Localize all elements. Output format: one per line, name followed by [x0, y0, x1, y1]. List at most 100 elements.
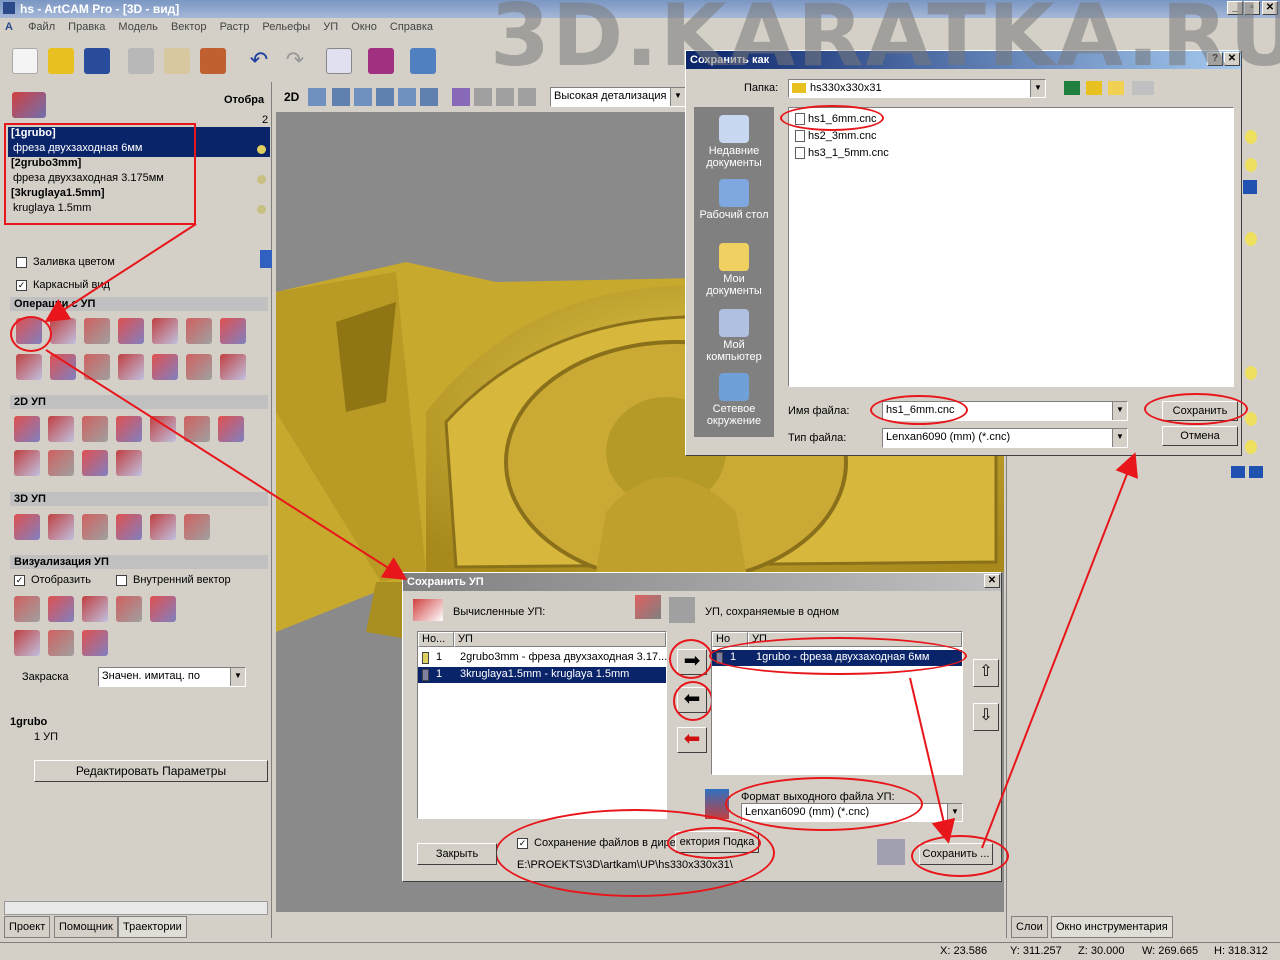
menu-edit[interactable]: Правка [63, 18, 110, 36]
machine-relief-icon[interactable] [14, 514, 40, 540]
panel-toggle-button[interactable] [260, 250, 272, 268]
shading-select[interactable]: Значен. имитац. по ▼ [98, 667, 246, 687]
remove-button[interactable]: ⬅ [677, 727, 707, 753]
fill-color-checkbox[interactable]: Заливка цветом [16, 256, 115, 268]
toolpath-tool-icon[interactable] [220, 318, 246, 344]
tab-toolpaths[interactable]: Траектории [118, 916, 187, 938]
toolpath-add-icon[interactable] [152, 354, 178, 380]
rest-machining-icon[interactable] [116, 514, 142, 540]
filetype-select[interactable]: Lenxan6090 (mm) (*.cnc) ▼ [882, 428, 1128, 448]
sim-step-icon[interactable] [48, 630, 74, 656]
show-checkbox[interactable]: ✓ Отобразить [14, 574, 91, 586]
place-network[interactable]: Сетевое окружение [694, 373, 774, 429]
tab-tool-window[interactable]: Окно инструментария [1051, 916, 1173, 938]
menu-file[interactable]: Файл [23, 18, 60, 36]
book-icon[interactable] [368, 48, 394, 74]
notepad-icon[interactable] [326, 48, 352, 74]
toolpath-block-icon[interactable] [16, 354, 42, 380]
z-level-icon[interactable] [48, 514, 74, 540]
menu-vector[interactable]: Вектор [166, 18, 212, 36]
profile-icon[interactable] [14, 416, 40, 442]
toolpath-info-icon[interactable] [50, 318, 76, 344]
close-dialog-button[interactable]: Закрыть [417, 843, 497, 865]
horizontal-scrollbar[interactable] [4, 901, 268, 915]
simulate-fast-icon[interactable] [48, 596, 74, 622]
menu-toolpath[interactable]: УП [318, 18, 343, 36]
chevron-down-icon[interactable] [1243, 180, 1257, 194]
bevel-icon[interactable] [150, 416, 176, 442]
move-down-button[interactable]: ⇩ [973, 703, 999, 731]
pan-icon[interactable] [332, 88, 350, 106]
doc-icon[interactable]: A [0, 18, 20, 36]
toolpath-stack-icon[interactable] [84, 318, 110, 344]
sim-pause-icon[interactable] [14, 630, 40, 656]
sim-stop-icon[interactable] [82, 630, 108, 656]
col-no[interactable]: Но... [418, 632, 454, 647]
place-recent[interactable]: Недавние документы [694, 115, 774, 171]
cut-icon[interactable] [128, 48, 154, 74]
file-list[interactable]: hs1_6mm.cnc hs2_3mm.cnc hs3_1_5mm.cnc [788, 107, 1234, 387]
undo-icon[interactable]: ↶ [246, 48, 272, 74]
wireframe-checkbox[interactable]: ✓ Каркасный вид [16, 279, 110, 291]
select-icon[interactable] [308, 88, 326, 106]
toolpath-layers-icon[interactable] [50, 354, 76, 380]
zoom-out-icon[interactable] [376, 88, 394, 106]
help-pointer-icon[interactable] [410, 48, 436, 74]
table-row[interactable]: 1 2grubo3mm - фреза двухзаходная 3.17... [418, 650, 667, 666]
chevron-down-icon[interactable]: ▼ [670, 88, 685, 106]
tab-layers[interactable]: Слои [1011, 916, 1048, 938]
chevron-down-icon[interactable]: ▼ [230, 668, 245, 686]
inner-vector-checkbox[interactable]: Внутренний вектор [116, 574, 231, 586]
close-button[interactable]: ✕ [984, 574, 1000, 588]
file-item[interactable]: hs2_3mm.cnc [795, 130, 876, 143]
fluting-icon[interactable] [82, 450, 108, 476]
menu-window[interactable]: Окно [346, 18, 382, 36]
toolpath-points-icon[interactable] [186, 354, 212, 380]
menu-raster[interactable]: Растр [215, 18, 255, 36]
copy-icon[interactable] [164, 48, 190, 74]
toolpath-merge-icon[interactable] [118, 318, 144, 344]
inspect-icon[interactable] [184, 514, 210, 540]
star-icon[interactable] [150, 514, 176, 540]
place-my-documents[interactable]: Мои документы [694, 243, 774, 299]
simulate-block-icon[interactable] [82, 596, 108, 622]
table-row[interactable]: 1 3kruglaya1.5mm - kruglaya 1.5mm [418, 667, 666, 683]
redo-icon[interactable]: ↷ [282, 48, 308, 74]
toolpath-move-icon[interactable] [118, 354, 144, 380]
toolpath-image-icon[interactable] [220, 354, 246, 380]
cancel-button[interactable]: Отмена [1162, 426, 1238, 446]
place-my-computer[interactable]: Мой компьютер [694, 309, 774, 365]
computed-list[interactable]: Но... УП 1 2grubo3mm - фреза двухзаходна… [417, 631, 667, 819]
front-view-icon[interactable] [474, 88, 492, 106]
simulate-tool-icon[interactable] [150, 596, 176, 622]
toolpath-transform-icon[interactable] [84, 354, 110, 380]
top-view-icon[interactable] [518, 88, 536, 106]
tab-helper[interactable]: Помощник [54, 916, 118, 938]
vbit-icon[interactable] [116, 416, 142, 442]
side-view-icon[interactable] [496, 88, 514, 106]
col-toolpath[interactable]: УП [454, 632, 666, 647]
iso-view-icon[interactable] [452, 88, 470, 106]
file-item[interactable]: hs3_1_5mm.cnc [795, 147, 889, 160]
thread-icon[interactable] [184, 416, 210, 442]
material-block-icon[interactable] [116, 596, 142, 622]
paste-icon[interactable] [200, 48, 226, 74]
zoom-fit-icon[interactable] [398, 88, 416, 106]
place-desktop[interactable]: Рабочий стол [694, 179, 774, 223]
spiral-icon[interactable] [218, 416, 244, 442]
chevron-up-icon[interactable] [1231, 466, 1245, 478]
inlay-icon[interactable] [14, 450, 40, 476]
menu-model[interactable]: Модель [113, 18, 162, 36]
chevron-down-icon[interactable]: ▼ [947, 804, 962, 821]
move-up-button[interactable]: ⇧ [973, 659, 999, 687]
detail-select[interactable]: Высокая детализация ▼ [550, 87, 686, 107]
view-2d-button[interactable]: 2D [284, 90, 299, 104]
drill-icon[interactable] [82, 416, 108, 442]
chevron-down-icon[interactable] [1249, 466, 1263, 478]
area-clearance-icon[interactable] [48, 416, 74, 442]
zoom-in-icon[interactable] [354, 88, 372, 106]
open-folder-icon[interactable] [48, 48, 74, 74]
raster-icon[interactable] [82, 514, 108, 540]
zoom-box-icon[interactable] [420, 88, 438, 106]
panel-icon[interactable] [116, 450, 142, 476]
